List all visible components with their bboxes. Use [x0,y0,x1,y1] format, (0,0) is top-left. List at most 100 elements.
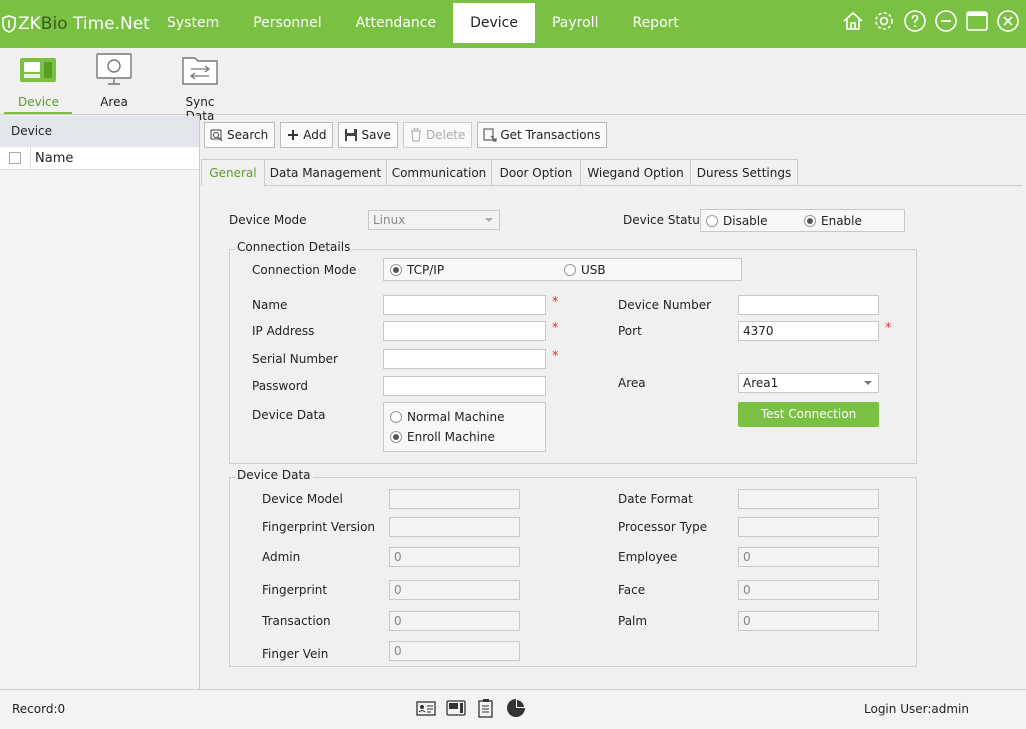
record-count: Record:0 [12,702,66,716]
add-label: Add [303,128,327,142]
device-terminal-icon [20,58,56,82]
password-field[interactable] [383,376,546,396]
serial-number-field[interactable] [383,349,546,369]
tab-door-option[interactable]: Door Option [491,159,581,186]
radio-normal-machine[interactable] [390,411,402,423]
logo-timenet: Time.Net [67,14,150,34]
radio-enroll-machine[interactable] [390,431,402,443]
device-data-radio-group: Normal Machine Enroll Machine [383,402,546,452]
port-value: 4370 [743,324,774,338]
port-required-mark: * [885,321,892,336]
get-transactions-label: Get Transactions [500,128,601,142]
app-logo: ZK Bio Time.Net [2,12,150,36]
ip-address-field[interactable] [383,321,546,341]
top-bar: ZK Bio Time.Net System Personnel Attendan… [0,0,1026,48]
login-user: Login User:admin [864,702,969,716]
admin-label: Admin [262,550,301,564]
main-nav: System Personnel Attendance Device Payro… [150,3,696,43]
employee-value: 0 [743,550,751,564]
device-model-field [389,489,520,509]
floppy-disk-icon [345,129,358,141]
status-disable-option[interactable]: Disable [706,214,768,228]
chevron-down-icon [864,381,872,385]
save-button[interactable]: Save [338,122,398,148]
enroll-machine-option[interactable]: Enroll Machine [390,430,495,444]
transactions-icon [483,128,497,142]
tab-wiegand-option[interactable]: Wiegand Option [580,159,691,186]
test-connection-button[interactable]: Test Connection [738,402,879,427]
pie-chart-icon[interactable] [506,698,526,718]
search-label: Search [227,128,269,142]
chevron-down-icon [485,218,493,222]
nav-device[interactable]: Device [453,3,535,43]
home-icon[interactable] [841,9,865,33]
fingerprint-version-field [389,517,520,537]
nav-personnel[interactable]: Personnel [236,3,338,43]
ribbon-area[interactable]: Area [94,52,134,109]
palm-value: 0 [743,614,751,628]
fingerprint-field: 0 [389,580,520,600]
column-divider [30,146,31,170]
tab-communication[interactable]: Communication [386,159,492,186]
status-enable-option[interactable]: Enable [804,214,862,228]
normal-machine-option[interactable]: Normal Machine [390,410,504,424]
processor-type-label: Processor Type [618,520,708,534]
ip-required-mark: * [552,321,559,336]
mode-tcpip-label: TCP/IP [407,263,445,277]
help-icon[interactable] [903,9,927,33]
device-mode-select[interactable]: Linux [368,210,500,230]
port-label: Port [618,324,642,338]
report-icon[interactable] [476,698,496,718]
date-format-field [738,489,879,509]
delete-button[interactable]: Delete [402,122,473,148]
id-card-icon[interactable] [416,698,436,718]
port-field[interactable]: 4370 [738,321,879,341]
nav-payroll[interactable]: Payroll [535,3,615,43]
nav-system[interactable]: System [150,3,236,43]
ribbon-sync-data[interactable]: Sync Data [172,52,228,123]
finger-vein-label: Finger Vein [262,647,329,661]
get-transactions-button[interactable]: Get Transactions [477,122,608,148]
serial-number-label: Serial Number [252,352,338,366]
list-column-header: Name [0,146,199,170]
mode-tcpip-option[interactable]: TCP/IP [390,263,444,277]
name-label: Name [252,298,288,312]
gear-icon[interactable] [872,9,896,33]
select-all-checkbox[interactable] [9,152,21,164]
device-data-title: Device Data [235,468,313,482]
add-button[interactable]: Add [280,122,334,148]
nav-attendance[interactable]: Attendance [339,3,453,43]
minimize-icon[interactable] [934,9,958,33]
device-model-label: Device Model [262,492,343,506]
palm-field: 0 [738,611,879,631]
radio-disable[interactable] [706,215,718,227]
normal-machine-label: Normal Machine [407,410,505,424]
area-value: Area1 [743,376,779,390]
mode-usb-option[interactable]: USB [564,263,606,277]
ribbon-device[interactable]: Device [4,52,72,114]
name-field[interactable] [383,295,546,315]
shield-logo-icon [2,15,16,33]
nav-report[interactable]: Report [615,3,695,43]
fingerprint-value: 0 [394,583,402,597]
column-name-header[interactable]: Name [35,151,73,166]
radio-usb[interactable] [564,264,576,276]
transaction-field: 0 [389,611,520,631]
status-icons [416,698,536,718]
device-list-panel: Device Name [0,116,200,689]
tab-duress-settings[interactable]: Duress Settings [690,159,798,186]
device-number-field[interactable] [738,295,879,315]
radio-enable[interactable] [804,215,816,227]
area-select[interactable]: Area1 [738,373,879,393]
terminal-icon[interactable] [446,698,466,718]
search-button[interactable]: Search [204,122,276,148]
close-icon[interactable] [996,9,1020,33]
maximize-icon[interactable] [965,9,989,33]
save-label: Save [361,128,391,142]
name-required-mark: * [552,295,559,310]
radio-tcpip[interactable] [390,264,402,276]
tab-general[interactable]: General [201,159,265,186]
connection-mode-label: Connection Mode [252,263,357,277]
logo-bio: Bio [40,14,68,34]
tab-data-management[interactable]: Data Management [264,159,387,186]
